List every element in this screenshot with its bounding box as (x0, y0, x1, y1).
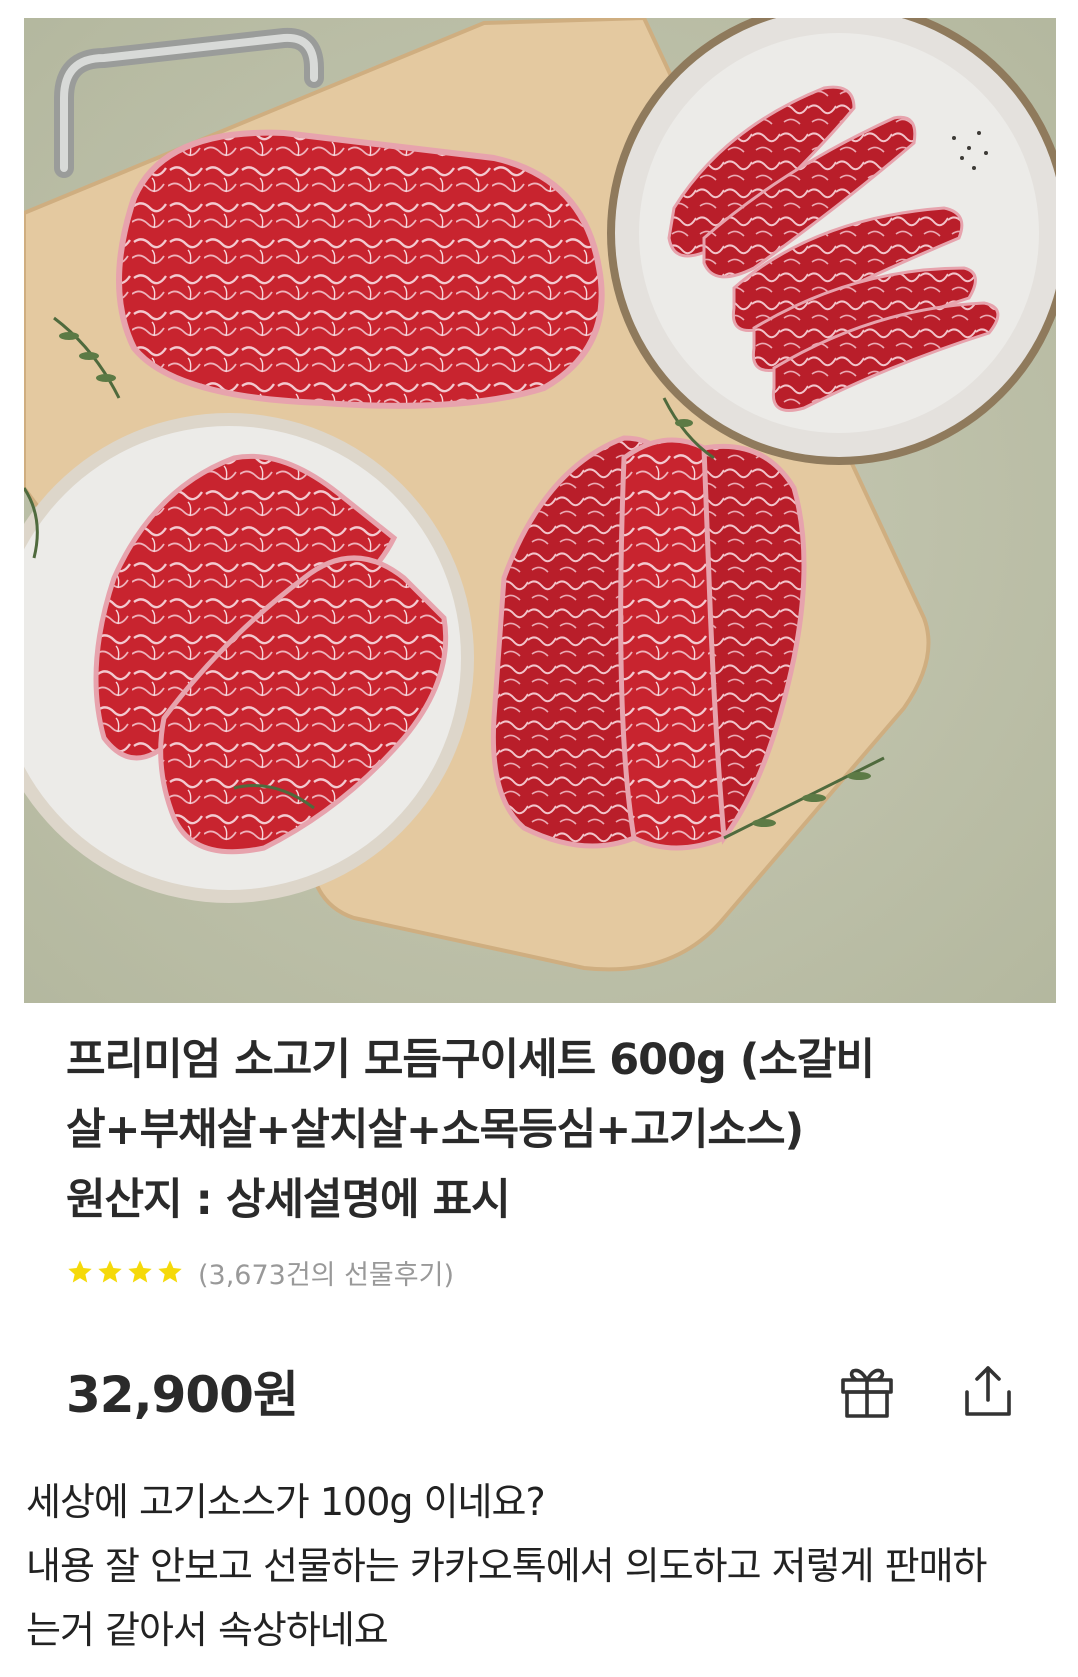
star-icon (68, 1260, 92, 1283)
user-comment: 세상에 고기소스가 100g 이네요? 내용 잘 안보고 선물하는 카카오톡에서… (26, 1470, 1066, 1662)
gift-button[interactable] (834, 1358, 900, 1424)
product-title: 프리미엄 소고기 모듬구이세트 600g (소갈비 살+부채살+살치살+소목등심… (66, 1025, 1026, 1165)
comment-line3: 는거 같아서 속상하네요 (26, 1608, 389, 1652)
product-title-line1: 프리미엄 소고기 모듬구이세트 600g (소갈비 (66, 1035, 875, 1085)
comment-line1: 세상에 고기소스가 100g 이네요? (26, 1480, 546, 1524)
rating-row[interactable]: (3,673건의 선물후기) (66, 1252, 454, 1292)
review-count[interactable]: (3,673건의 선물후기) (198, 1253, 454, 1292)
star-icon (128, 1260, 152, 1283)
share-icon (965, 1366, 1011, 1416)
product-image[interactable] (24, 18, 1056, 1003)
share-button[interactable] (955, 1358, 1021, 1424)
product-price: 32,900원 (66, 1366, 299, 1424)
star-icon (98, 1260, 122, 1283)
star-icon (158, 1260, 182, 1283)
product-origin: 원산지 : 상세설명에 표시 (66, 1175, 511, 1225)
rating-stars (66, 1258, 184, 1286)
product-title-line2: 살+부채살+살치살+소목등심+고기소스) (66, 1105, 804, 1155)
comment-line2: 내용 잘 안보고 선물하는 카카오톡에서 의도하고 저렇게 판매하 (26, 1544, 988, 1588)
gift-icon (841, 1368, 893, 1418)
